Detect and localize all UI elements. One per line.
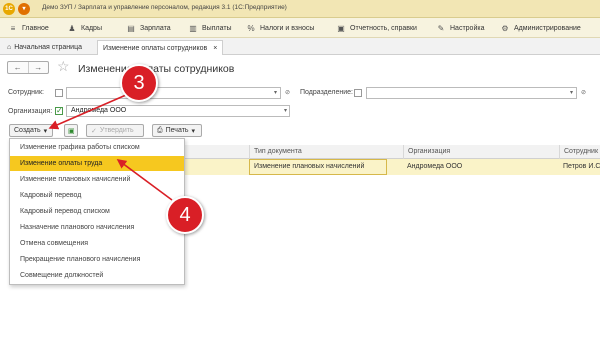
arrow-to-create-button xyxy=(48,94,127,130)
step-marker: 4 xyxy=(166,196,204,234)
step-marker: 3 xyxy=(120,64,158,102)
annotation-arrows xyxy=(48,94,173,201)
arrow-to-menu-item xyxy=(116,159,173,201)
